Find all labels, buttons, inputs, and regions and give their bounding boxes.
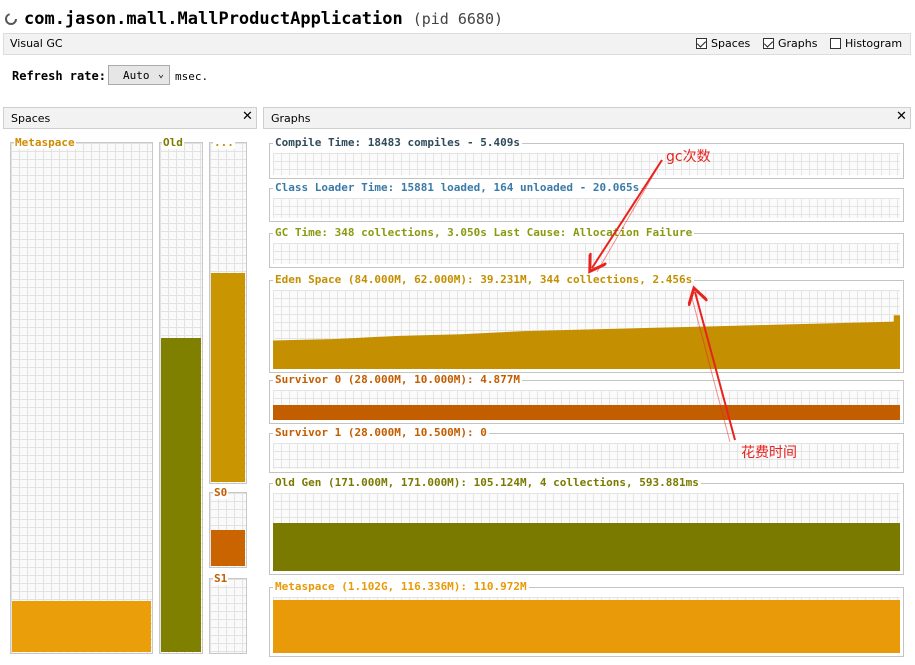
gc-count-annotation: gc次数 <box>666 149 711 165</box>
checkbox-checked-icon[interactable] <box>763 38 774 49</box>
metaspace-graph: Metaspace (1.102G, 116.336M): 110.972M <box>269 580 904 657</box>
graphs-checkbox[interactable]: Graphs <box>763 37 817 50</box>
eden-space-label: Eden Space (84.000M, 62.000M): 39.231M, … <box>273 273 695 286</box>
histogram-checkbox[interactable]: Histogram <box>830 37 902 50</box>
s0-column <box>209 492 247 568</box>
survivor1-label: Survivor 1 (28.000M, 10.500M): 0 <box>273 426 489 439</box>
refresh-rate-label: Refresh rate: <box>12 69 106 83</box>
s0-column-label: S0 <box>213 486 229 499</box>
eden-area-chart <box>273 315 900 369</box>
survivor0-label: Survivor 0 (28.000M, 10.000M): 4.877M <box>273 373 523 386</box>
metaspace-fill <box>12 601 151 652</box>
loading-spinner-icon <box>5 13 17 25</box>
compile-time-label: Compile Time: 18483 compiles - 5.409s <box>273 136 523 149</box>
histogram-checkbox-label: Histogram <box>845 37 903 50</box>
refresh-rate-unit: msec. <box>175 70 209 83</box>
old-column <box>159 142 203 654</box>
chevron-down-icon: ⌄ <box>157 69 164 80</box>
graphs-panel-header <box>263 107 911 129</box>
graph-fill <box>273 599 900 653</box>
spaces-checkbox-label: Spaces <box>711 37 751 50</box>
spaces-panel-title: Spaces <box>11 112 51 125</box>
s1-column-label: S1 <box>213 572 229 585</box>
old-column-label: Old <box>162 136 184 149</box>
spaces-checkbox[interactable]: Spaces <box>696 37 750 50</box>
graphs-panel-title: Graphs <box>271 112 311 125</box>
survivor1-graph: Survivor 1 (28.000M, 10.500M): 0 <box>269 426 904 473</box>
class-loader-graph: Class Loader Time: 15881 loaded, 164 unl… <box>269 181 904 222</box>
metaspace-column <box>10 142 153 654</box>
visual-gc-tab[interactable]: Visual GC <box>10 37 63 50</box>
close-icon[interactable]: ✕ <box>896 109 907 124</box>
old-gen-label: Old Gen (171.000M, 171.000M): 105.124M, … <box>273 476 701 489</box>
refresh-rate-select[interactable]: Auto ⌄ <box>108 65 170 85</box>
checkbox-unchecked-icon[interactable] <box>830 38 841 49</box>
class-loader-label: Class Loader Time: 15881 loaded, 164 unl… <box>273 181 642 194</box>
close-icon[interactable]: ✕ <box>242 109 253 124</box>
survivor0-graph: Survivor 0 (28.000M, 10.000M): 4.877M <box>269 373 904 424</box>
window-title-bar: com.jason.mall.MallProductApplication (p… <box>4 6 503 32</box>
gc-time-graph: GC Time: 348 collections, 3.050s Last Ca… <box>269 226 904 268</box>
checkbox-checked-icon[interactable] <box>696 38 707 49</box>
eden-column-label: ... <box>213 136 235 149</box>
eden-area <box>273 315 900 369</box>
old-fill <box>161 338 201 652</box>
graphs-checkbox-label: Graphs <box>778 37 818 50</box>
metaspace-column-label: Metaspace <box>14 136 76 149</box>
old-gen-graph: Old Gen (171.000M, 171.000M): 105.124M, … <box>269 476 904 575</box>
time-spent-annotation: 花费时间 <box>741 445 797 461</box>
eden-space-graph: Eden Space (84.000M, 62.000M): 39.231M, … <box>269 273 904 373</box>
compile-time-graph: Compile Time: 18483 compiles - 5.409s <box>269 136 904 179</box>
s1-column <box>209 578 247 654</box>
gc-time-label: GC Time: 348 collections, 3.050s Last Ca… <box>273 226 695 239</box>
graph-fill <box>273 522 900 571</box>
eden-fill <box>211 272 245 482</box>
metaspace-graph-label: Metaspace (1.102G, 116.336M): 110.972M <box>273 580 529 593</box>
app-title: com.jason.mall.MallProductApplication <box>24 9 403 29</box>
s0-fill <box>211 529 245 566</box>
refresh-rate-value: Auto <box>123 68 150 82</box>
graph-fill <box>273 405 900 420</box>
app-pid: (pid 6680) <box>412 10 504 28</box>
eden-column <box>209 142 247 484</box>
